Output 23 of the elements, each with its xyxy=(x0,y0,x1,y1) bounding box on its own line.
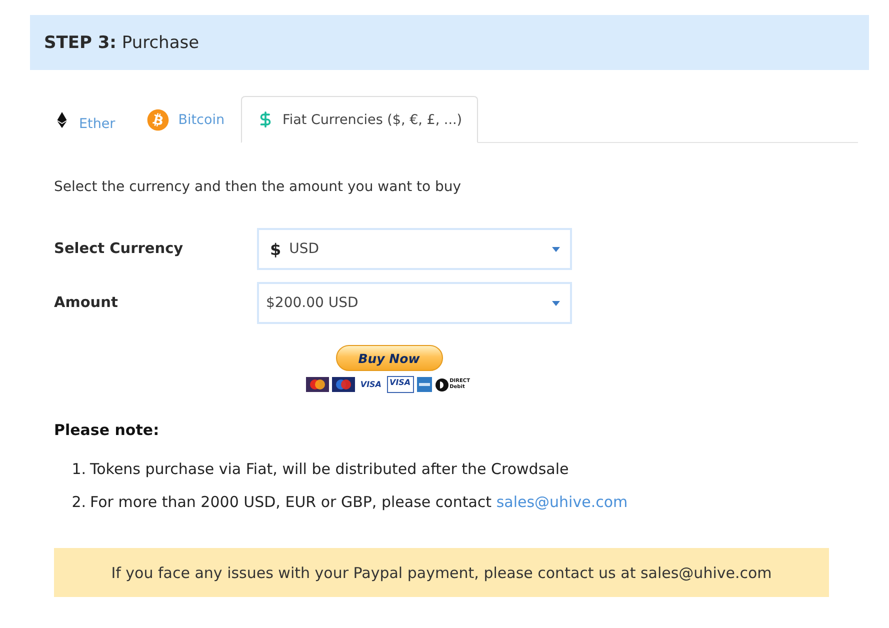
select-field[interactable]: $ USD xyxy=(257,228,572,270)
instruction-text: Select the currency and then the amount you want to buy xyxy=(54,179,462,195)
list-number: 1. xyxy=(70,459,87,479)
select-field[interactable]: $200.00 USD xyxy=(257,282,572,324)
field-label: Select Currency xyxy=(54,241,184,257)
note-text: Tokens purchase via Fiat, will be distributed after the Crowdsale xyxy=(90,459,569,479)
alert-text: If you face any issues with your Paypal payment, please contact us at sales@uhive.com xyxy=(111,564,772,582)
visa-electron-logo: VISA xyxy=(386,376,414,393)
visa-logo: VISA xyxy=(358,380,384,388)
caret-icon xyxy=(552,246,560,252)
currency-tab[interactable]: Fiat Currencies ($, €, £, ...) xyxy=(240,96,478,143)
mastercard-logo-icon xyxy=(306,377,330,392)
direct-debit-icon xyxy=(434,378,449,392)
field-label: Amount xyxy=(54,295,119,311)
note-title: Please note: xyxy=(54,421,160,439)
card-logo-icon xyxy=(416,377,432,392)
maestro-logo-icon xyxy=(332,377,356,392)
note-text: For more than 2000 USD, EUR or GBP, please contact sales@uhive.com xyxy=(90,492,628,512)
step-title: STEP 3: Purchase xyxy=(44,32,200,52)
buy-now-button[interactable]: Buy Now xyxy=(336,345,442,371)
bitcoin-icon xyxy=(147,108,170,130)
list-number: 2. xyxy=(70,492,87,512)
caret-icon xyxy=(552,300,560,306)
